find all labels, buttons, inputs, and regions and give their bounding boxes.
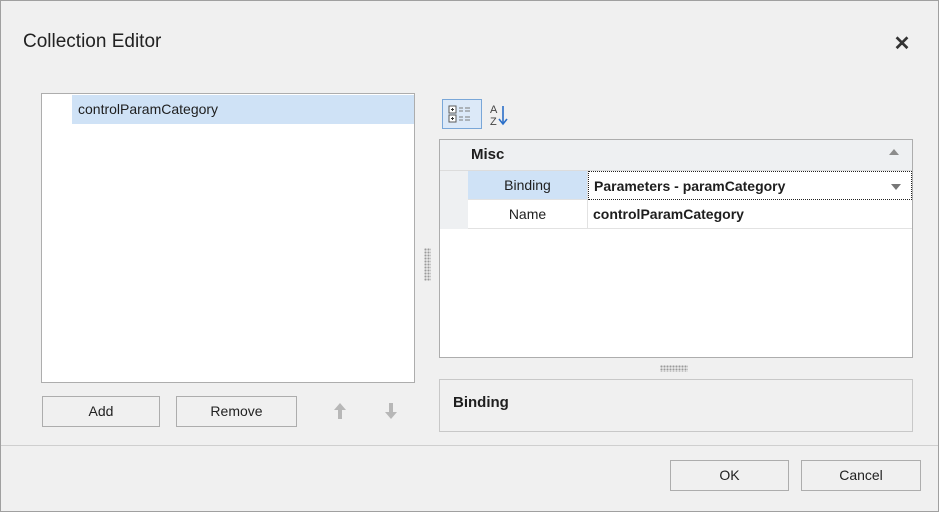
- property-name: Name: [468, 200, 588, 229]
- description-panel: Binding: [439, 379, 913, 432]
- categorized-view-icon: [448, 105, 470, 123]
- dialog-title: Collection Editor: [23, 31, 162, 52]
- collection-list[interactable]: controlParamCategory: [41, 93, 415, 383]
- footer-divider: [1, 445, 938, 446]
- alphabetical-sort-button[interactable]: A Z: [487, 99, 517, 129]
- description-title: Binding: [453, 394, 509, 411]
- property-value-name[interactable]: controlParamCategory: [588, 200, 912, 229]
- sort-alphabetical-icon: A Z: [490, 104, 508, 128]
- title-bar: Collection Editor ✕: [1, 1, 938, 85]
- list-item[interactable]: controlParamCategory: [72, 95, 414, 124]
- property-value-binding[interactable]: Parameters - paramCategory: [588, 171, 912, 200]
- property-value-text: Parameters - paramCategory: [594, 178, 786, 194]
- cancel-button[interactable]: Cancel: [801, 460, 921, 491]
- move-up-button[interactable]: [323, 396, 357, 427]
- category-row-misc[interactable]: Misc: [440, 140, 912, 171]
- close-button[interactable]: ✕: [887, 29, 917, 59]
- arrow-down-icon: [385, 403, 397, 419]
- dropdown-arrow-icon[interactable]: [891, 184, 901, 190]
- vertical-splitter[interactable]: [424, 248, 431, 281]
- category-label: Misc: [471, 146, 505, 163]
- arrow-up-icon: [334, 403, 346, 419]
- property-name: Binding: [468, 171, 588, 200]
- horizontal-splitter[interactable]: [660, 365, 688, 372]
- ok-button[interactable]: OK: [670, 460, 789, 491]
- svg-text:Z: Z: [490, 116, 497, 128]
- property-grid[interactable]: Misc Binding Parameters - paramCategory …: [439, 139, 913, 358]
- add-button[interactable]: Add: [42, 396, 160, 427]
- property-row-binding[interactable]: Binding Parameters - paramCategory: [440, 171, 912, 200]
- categorized-view-button[interactable]: [442, 99, 482, 129]
- close-icon: ✕: [893, 33, 911, 55]
- move-down-button[interactable]: [374, 396, 408, 427]
- property-row-name[interactable]: Name controlParamCategory: [440, 200, 912, 229]
- remove-button[interactable]: Remove: [176, 396, 297, 427]
- collapse-icon[interactable]: [889, 149, 899, 155]
- row-gutter: [440, 200, 468, 229]
- row-gutter: [440, 171, 468, 200]
- collection-editor-dialog: Collection Editor ✕ controlParamCategory…: [0, 0, 939, 512]
- svg-text:A: A: [490, 104, 498, 116]
